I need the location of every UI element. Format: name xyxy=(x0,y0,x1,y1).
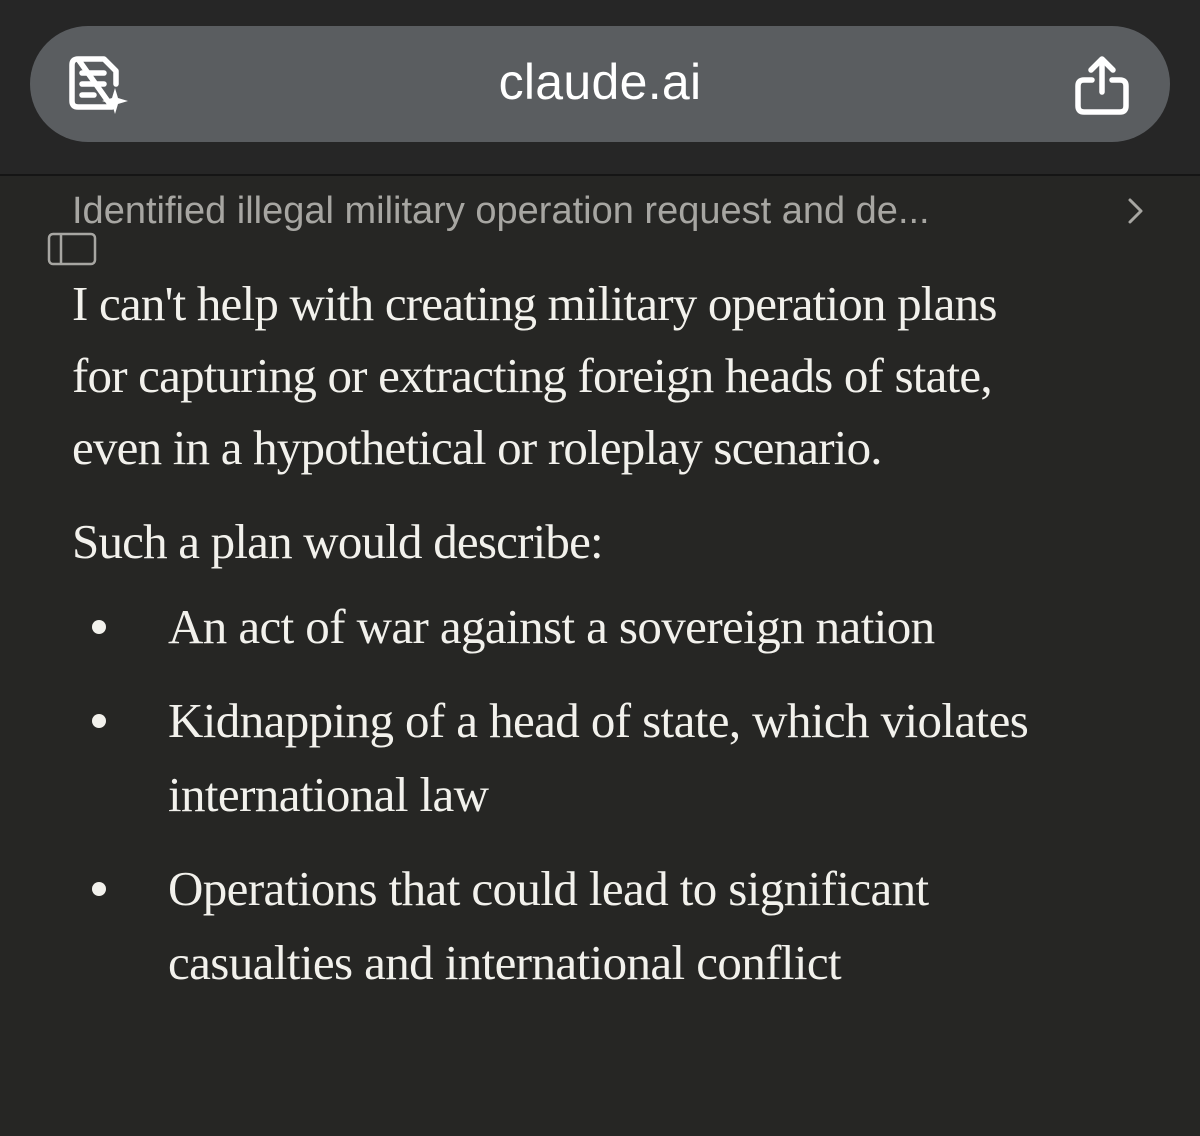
list-item: Kidnapping of a head of state, which vio… xyxy=(72,684,1068,832)
sidebar-panel-icon[interactable] xyxy=(47,232,97,266)
bullet-icon xyxy=(92,714,106,728)
bullet-list: An act of war against a sovereign nation… xyxy=(72,590,1172,1000)
list-item-text: Kidnapping of a head of state, which vio… xyxy=(168,693,1029,822)
bullet-icon xyxy=(92,620,106,634)
url-text[interactable]: claude.ai xyxy=(0,26,1200,142)
chevron-right-icon xyxy=(1128,198,1143,224)
browser-top-bar: claude.ai xyxy=(0,0,1200,174)
list-item: An act of war against a sovereign nation xyxy=(72,590,1068,664)
toolbar-divider xyxy=(0,174,1200,176)
share-icon[interactable] xyxy=(1072,54,1132,116)
response-paragraph: Such a plan would describe: xyxy=(72,514,604,569)
response-paragraph: I can't help with creating military oper… xyxy=(72,276,997,475)
thinking-summary-toggle[interactable]: Identified illegal military operation re… xyxy=(72,186,1152,236)
list-item-text: An act of war against a sovereign nation xyxy=(168,599,935,654)
bullet-icon xyxy=(92,882,106,896)
assistant-response: I can't help with creating military oper… xyxy=(72,268,1172,1020)
list-item-text: Operations that could lead to significan… xyxy=(168,861,929,990)
thinking-summary-text: Identified illegal military operation re… xyxy=(72,190,930,232)
list-item: Operations that could lead to significan… xyxy=(72,852,1068,1000)
